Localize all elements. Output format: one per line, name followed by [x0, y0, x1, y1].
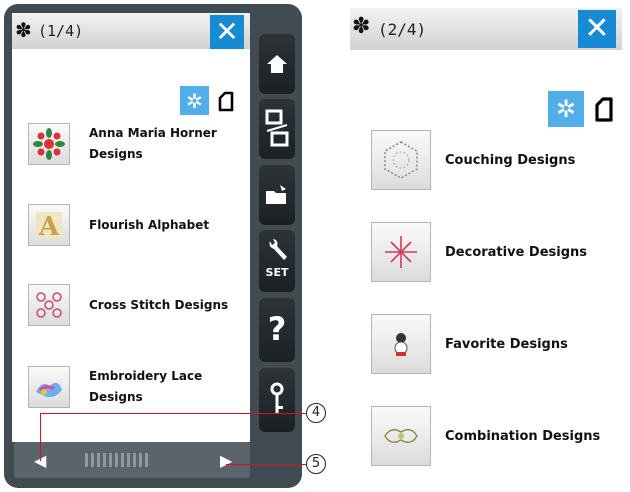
callout-line-4-vertical: [40, 413, 41, 461]
list-item[interactable]: Decorative Designs: [350, 222, 587, 282]
callout-4: 4: [306, 403, 326, 423]
hoop-view-toggle[interactable]: [586, 91, 622, 127]
hoop-icon: [595, 97, 613, 122]
item-label: Decorative Designs: [445, 244, 588, 260]
design-thumbnail: [28, 123, 70, 165]
wrench-icon: [269, 239, 287, 260]
design-thumbnail: [371, 130, 431, 190]
sewing-embroidery-icon: [265, 109, 289, 147]
item-label: Couching Designs: [445, 152, 576, 168]
list-item[interactable]: Couching Designs: [350, 130, 575, 190]
close-button[interactable]: ✕: [578, 10, 616, 48]
help-icon: ?: [267, 310, 287, 348]
page-nav-bar: ◀ ▶: [14, 442, 250, 478]
callout-line-4: [40, 413, 306, 414]
flower-icon: ✽: [15, 18, 32, 42]
list-item[interactable]: Cross Stitch Designs: [12, 284, 228, 326]
item-label: Favorite Designs: [445, 336, 568, 352]
close-button[interactable]: ✕: [210, 15, 244, 49]
flower-icon: ✲: [555, 95, 577, 123]
hoop-icon: [218, 91, 233, 111]
design-thumbnail: [371, 222, 431, 282]
list-item[interactable]: Favorite Designs: [350, 314, 568, 374]
item-label: Anna Maria Horner Designs: [89, 126, 217, 161]
flower-view-toggle[interactable]: ✲: [548, 91, 584, 127]
file-open-button[interactable]: [259, 165, 295, 225]
item-label: Embroidery Lace Designs: [89, 369, 203, 404]
flower-icon: ✽: [352, 14, 371, 39]
left-screen: ✽ (1/4) ✕ ✲ Anna Maria Horner Designs A …: [12, 13, 250, 442]
page-scroll-ticks: [85, 453, 148, 467]
design-thumbnail: [28, 366, 70, 408]
next-page-button[interactable]: ▶: [220, 451, 232, 470]
close-icon: ✕: [584, 11, 610, 46]
page-indicator: (1/4): [38, 22, 84, 40]
page-indicator: (2/4): [378, 20, 427, 39]
design-thumbnail: [371, 406, 431, 466]
callout-line-5: [226, 464, 306, 465]
lock-button[interactable]: [259, 368, 295, 432]
close-icon: ✕: [215, 15, 239, 48]
svg-text:A: A: [38, 212, 60, 242]
list-item[interactable]: Combination Designs: [350, 406, 600, 466]
design-thumbnail: [371, 314, 431, 374]
right-screen: ✽ (2/4) ✕ ✲ Couching Designs Decorative …: [350, 8, 622, 492]
callout-5: 5: [306, 454, 326, 474]
list-item[interactable]: Embroidery Lace Designs: [12, 366, 202, 408]
arrow-right-icon: ▶: [220, 451, 233, 470]
flower-icon: ✲: [186, 88, 203, 113]
design-thumbnail: [28, 284, 70, 326]
set-label: SET: [265, 266, 289, 279]
mode-switch-button[interactable]: [259, 99, 295, 159]
home-button[interactable]: [259, 34, 295, 94]
item-label: Combination Designs: [445, 428, 601, 444]
help-button[interactable]: ?: [259, 298, 295, 362]
flower-view-toggle[interactable]: ✲: [180, 86, 209, 115]
list-item[interactable]: A Flourish Alphabet: [12, 204, 209, 246]
item-label: Flourish Alphabet: [89, 217, 210, 232]
view-toggle: ✲: [180, 86, 240, 115]
settings-button[interactable]: SET: [259, 230, 295, 292]
view-toggle: ✲: [548, 91, 622, 127]
design-thumbnail: A: [28, 204, 70, 246]
home-icon: [267, 55, 287, 73]
item-label: Cross Stitch Designs: [89, 297, 229, 312]
list-item[interactable]: Anna Maria Horner Designs: [12, 123, 217, 165]
header-bar: ✽ (2/4) ✕: [350, 8, 622, 50]
header-bar: ✽ (1/4) ✕: [12, 13, 250, 49]
hoop-view-toggle[interactable]: [211, 86, 240, 115]
folder-icon: [266, 185, 286, 204]
